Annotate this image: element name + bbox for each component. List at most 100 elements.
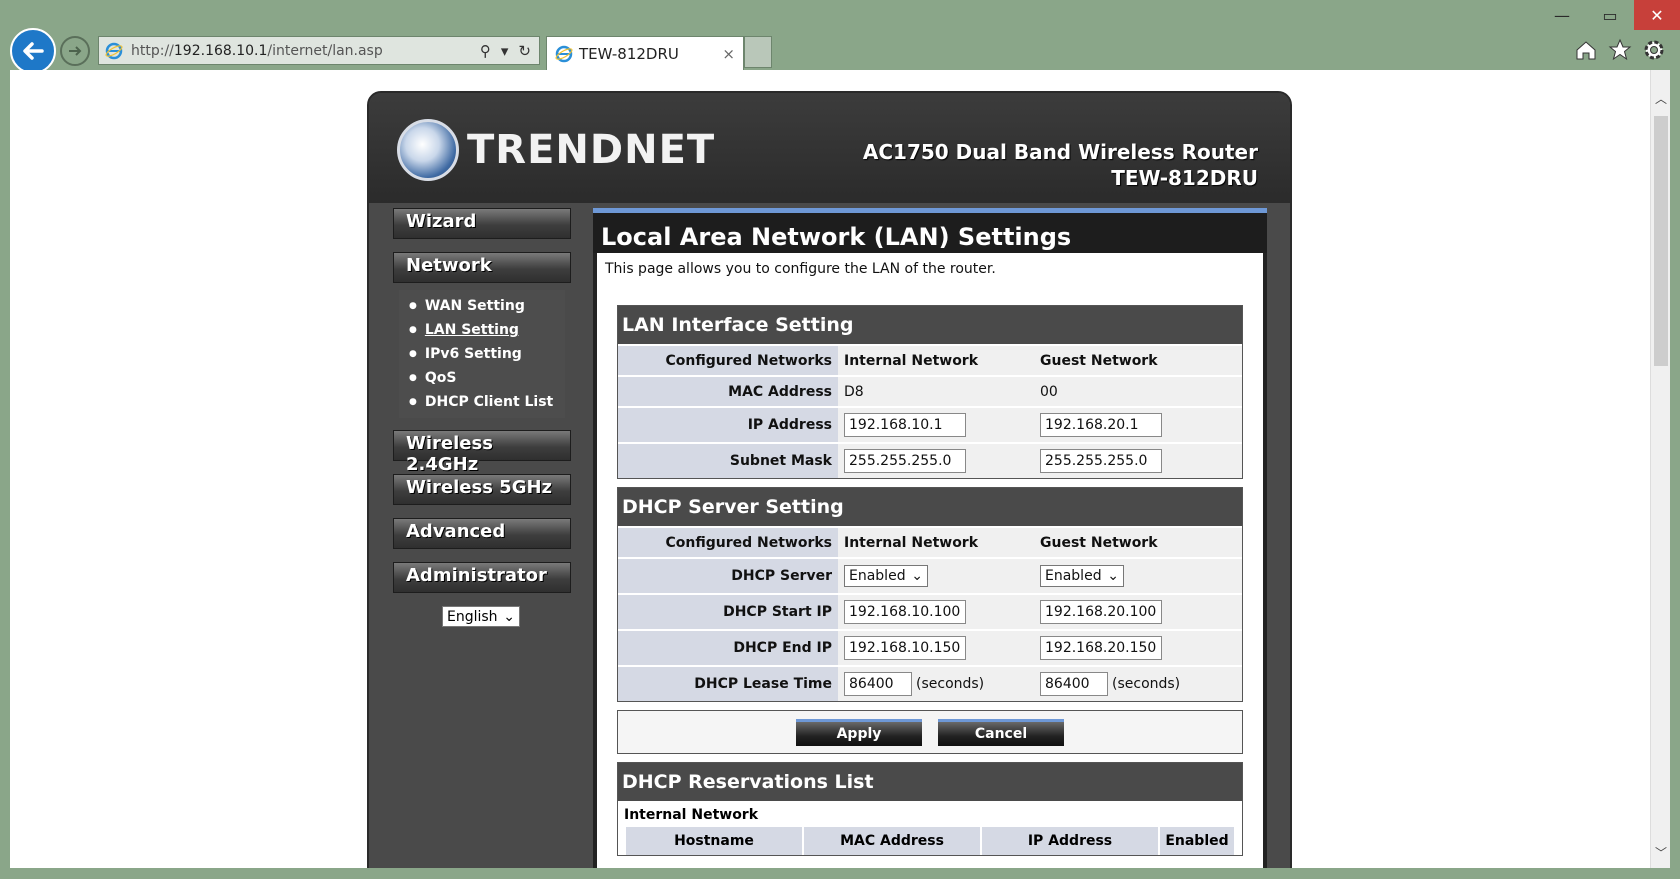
submenu-qos[interactable]: QoS bbox=[409, 366, 565, 390]
menu-wireless-5[interactable]: Wireless 5GHz bbox=[393, 474, 571, 505]
menu-wireless-24[interactable]: Wireless 2.4GHz bbox=[393, 430, 571, 475]
scrollbar-thumb[interactable] bbox=[1654, 116, 1668, 366]
lease-guest-unit: (seconds) bbox=[1112, 676, 1181, 692]
dhcp-start-label: DHCP Start IP bbox=[618, 595, 838, 629]
ie-icon bbox=[555, 45, 573, 62]
gear-icon[interactable] bbox=[1642, 38, 1666, 62]
forward-button[interactable] bbox=[60, 36, 90, 66]
browser-tab[interactable]: TEW-812DRU × bbox=[546, 36, 744, 70]
dhcp-end-guest-input[interactable]: 192.168.20.150 bbox=[1040, 636, 1162, 660]
model-line2: TEW-812DRU bbox=[1111, 166, 1258, 190]
reservations-header-row: Hostname MAC Address IP Address Enabled bbox=[618, 827, 1242, 855]
lease-guest-input[interactable]: 86400 bbox=[1040, 672, 1108, 696]
dhcp-server-internal-select[interactable]: Enabled ⌄ bbox=[844, 565, 928, 587]
dhcp-server-section: DHCP Server Setting Configured Networks … bbox=[617, 487, 1243, 702]
close-window-button[interactable]: ✕ bbox=[1634, 0, 1680, 30]
address-bar[interactable]: http://192.168.10.1/internet/lan.asp ⚲ ▾… bbox=[98, 36, 540, 65]
reservations-subtitle: Internal Network bbox=[618, 801, 1242, 827]
minimize-button[interactable]: — bbox=[1538, 0, 1586, 30]
browser-tools bbox=[1574, 38, 1666, 62]
dhcp-start-guest-input[interactable]: 192.168.20.100 bbox=[1040, 600, 1162, 624]
menu-network[interactable]: Network bbox=[393, 252, 571, 283]
dhcp-server-row: DHCP Server Enabled ⌄ Enabled ⌄ bbox=[618, 557, 1242, 593]
mac-internal-value: D8 bbox=[838, 377, 1034, 406]
mask-guest-input[interactable]: 255.255.255.0 bbox=[1040, 449, 1162, 473]
lease-internal-input[interactable]: 86400 bbox=[844, 672, 912, 696]
page-title: Local Area Network (LAN) Settings bbox=[593, 208, 1267, 253]
vertical-scrollbar[interactable]: ︿ ﹀ bbox=[1650, 70, 1670, 868]
forward-arrow-icon bbox=[69, 46, 82, 56]
chevron-down-icon: ⌄ bbox=[911, 568, 923, 584]
chevron-down-icon: ⌄ bbox=[1107, 568, 1119, 584]
dhcp-server-guest-select[interactable]: Enabled ⌄ bbox=[1040, 565, 1124, 587]
logo-globe-icon bbox=[397, 119, 459, 181]
tab-title: TEW-812DRU bbox=[579, 44, 679, 63]
dhcp-guest-header: Guest Network bbox=[1034, 528, 1242, 557]
subnet-mask-label: Subnet Mask bbox=[618, 444, 838, 478]
col-ip-address: IP Address bbox=[982, 827, 1158, 855]
dhcp-lease-row: DHCP Lease Time 86400 (seconds) 86400 (s… bbox=[618, 665, 1242, 701]
lease-internal-unit: (seconds) bbox=[916, 676, 985, 692]
model-line1: AC1750 Dual Band Wireless Router bbox=[862, 140, 1258, 164]
lan-interface-section: LAN Interface Setting Configured Network… bbox=[617, 305, 1243, 479]
submenu-lan-setting[interactable]: LAN Setting bbox=[409, 318, 565, 342]
mac-guest-value: 00 bbox=[1034, 377, 1242, 406]
star-icon[interactable] bbox=[1608, 38, 1632, 62]
dropdown-icon[interactable]: ▾ bbox=[501, 42, 509, 60]
mac-row: MAC Address D8 00 bbox=[618, 375, 1242, 406]
dhcp-server-label: DHCP Server bbox=[618, 559, 838, 593]
logo-text: TRENDNET bbox=[467, 127, 716, 173]
url-host: 192.168.10.1 bbox=[173, 42, 268, 59]
lan-interface-title: LAN Interface Setting bbox=[618, 306, 1242, 344]
mask-row: Subnet Mask 255.255.255.0 255.255.255.0 bbox=[618, 442, 1242, 478]
col-mac-address: MAC Address bbox=[804, 827, 980, 855]
submenu-dhcp-client-list[interactable]: DHCP Client List bbox=[409, 390, 565, 414]
main-content: Local Area Network (LAN) Settings This p… bbox=[593, 208, 1267, 868]
cancel-button[interactable]: Cancel bbox=[938, 718, 1064, 746]
url-prefix: http:// bbox=[131, 42, 174, 59]
url-path: /internet/lan.asp bbox=[267, 42, 383, 59]
ie-icon bbox=[105, 42, 123, 59]
mac-address-label: MAC Address bbox=[618, 377, 838, 406]
language-select[interactable]: English ⌄ bbox=[442, 606, 520, 627]
action-bar: Apply Cancel bbox=[617, 710, 1243, 754]
col-enabled: Enabled bbox=[1160, 827, 1234, 855]
back-button[interactable] bbox=[10, 28, 56, 74]
submenu-wan-setting[interactable]: WAN Setting bbox=[409, 294, 565, 318]
refresh-icon[interactable]: ↻ bbox=[518, 42, 531, 60]
reservations-section: DHCP Reservations List Internal Network … bbox=[617, 762, 1243, 856]
dhcp-end-row: DHCP End IP 192.168.10.150 192.168.20.15… bbox=[618, 629, 1242, 665]
ip-address-label: IP Address bbox=[618, 408, 838, 442]
dhcp-header-row: Configured Networks Internal Network Gue… bbox=[618, 526, 1242, 557]
menu-advanced[interactable]: Advanced bbox=[393, 518, 571, 549]
ip-guest-input[interactable]: 192.168.20.1 bbox=[1040, 413, 1162, 437]
dhcp-start-internal-input[interactable]: 192.168.10.100 bbox=[844, 600, 966, 624]
dhcp-start-row: DHCP Start IP 192.168.10.100 192.168.20.… bbox=[618, 593, 1242, 629]
menu-wizard[interactable]: Wizard bbox=[393, 208, 571, 239]
menu-administrator[interactable]: Administrator bbox=[393, 562, 571, 593]
scroll-down-icon[interactable]: ﹀ bbox=[1651, 842, 1670, 862]
dhcp-server-title: DHCP Server Setting bbox=[618, 488, 1242, 526]
language-value: English bbox=[447, 608, 498, 625]
ip-internal-input[interactable]: 192.168.10.1 bbox=[844, 413, 966, 437]
scroll-up-icon[interactable]: ︿ bbox=[1651, 88, 1670, 108]
side-menu: Wizard Network WAN Setting LAN Setting I… bbox=[393, 208, 571, 627]
home-icon[interactable] bbox=[1574, 38, 1598, 62]
submenu-ipv6-setting[interactable]: IPv6 Setting bbox=[409, 342, 565, 366]
apply-button[interactable]: Apply bbox=[796, 718, 922, 746]
new-tab-button[interactable] bbox=[744, 36, 772, 68]
page-viewport: TRENDNET AC1750 Dual Band Wireless Route… bbox=[10, 70, 1670, 868]
dhcp-end-internal-input[interactable]: 192.168.10.150 bbox=[844, 636, 966, 660]
dhcp-end-label: DHCP End IP bbox=[618, 631, 838, 665]
dhcp-lease-label: DHCP Lease Time bbox=[618, 667, 838, 701]
router-frame: TRENDNET AC1750 Dual Band Wireless Route… bbox=[367, 91, 1292, 868]
maximize-button[interactable]: ▭ bbox=[1586, 0, 1634, 30]
back-arrow-icon bbox=[23, 42, 44, 60]
page-intro: This page allows you to configure the LA… bbox=[605, 261, 996, 277]
search-icon[interactable]: ⚲ bbox=[480, 42, 491, 60]
model-title: AC1750 Dual Band Wireless Router TEW-812… bbox=[863, 139, 1258, 191]
tab-close-icon[interactable]: × bbox=[722, 45, 735, 63]
mask-internal-input[interactable]: 255.255.255.0 bbox=[844, 449, 966, 473]
reservations-title: DHCP Reservations List bbox=[618, 763, 1242, 801]
lan-header-row: Configured Networks Internal Network Gue… bbox=[618, 344, 1242, 375]
